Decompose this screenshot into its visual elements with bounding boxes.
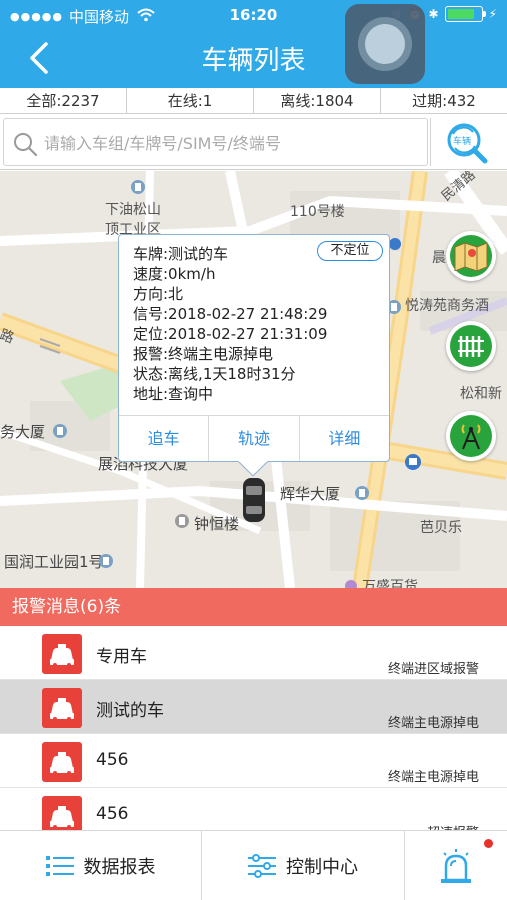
popup-alarm: 报警:终端主电源掉电 xyxy=(133,345,274,363)
alarm-type: 终端主电源掉电 xyxy=(387,770,479,785)
poi-label: 松和新 xyxy=(460,386,502,402)
poi-label: 下油松山 xyxy=(105,202,161,218)
poi-label: 国润工业园1号 xyxy=(4,553,104,571)
taxi-icon xyxy=(42,634,82,674)
map-layer-button[interactable] xyxy=(446,231,496,281)
tab-data-report[interactable]: 数据报表 xyxy=(0,831,202,900)
sliders-icon xyxy=(248,854,276,878)
search-icon xyxy=(14,133,38,157)
popup-actions: 追车 轨迹 详细 xyxy=(119,415,389,461)
stat-offline[interactable]: 离线:1804 xyxy=(254,88,381,113)
tab-label: 控制中心 xyxy=(286,857,358,878)
battery-icon xyxy=(444,6,486,22)
taxi-icon xyxy=(42,688,82,728)
alarm-vehicle-name: 456 xyxy=(96,804,129,824)
popup-state: 状态:离线,1天18时31分 xyxy=(133,365,296,383)
stat-online[interactable]: 在线:1 xyxy=(127,88,254,113)
alarm-vehicle-name: 456 xyxy=(96,750,129,770)
search-box xyxy=(3,118,428,166)
alarm-list: 专用车 终端进区域报警 测试的车 终端主电源掉电 456 终端主电源掉电 456… xyxy=(0,626,507,830)
taxi-icon xyxy=(42,742,82,782)
details-button[interactable]: 详细 xyxy=(300,416,389,461)
no-location-badge: 不定位 xyxy=(317,241,383,261)
building-icon xyxy=(53,424,67,438)
bluetooth-icon: ✱ xyxy=(428,7,439,21)
tab-label: 数据报表 xyxy=(83,857,156,878)
signal-tower-icon xyxy=(461,424,481,450)
fence-icon xyxy=(458,336,484,357)
popup-signal-time: 信号:2018-02-27 21:48:29 xyxy=(133,305,328,323)
alarm-item[interactable]: 456 终端主电源掉电 xyxy=(0,734,507,788)
signal-tower-button[interactable] xyxy=(446,411,496,461)
stat-expired[interactable]: 过期:432 xyxy=(381,88,507,113)
alarm-siren-icon xyxy=(441,849,471,883)
popup-direction: 方向:北 xyxy=(133,285,184,303)
page-title: 车辆列表 xyxy=(201,46,306,76)
app-header: ●●●●● 中国移动 16:20 ⊚ ⏰ ✱ ⚡ 车辆列表 xyxy=(0,0,507,88)
taxi-icon xyxy=(42,796,82,830)
list-icon xyxy=(45,856,74,876)
status-bar: ●●●●● 中国移动 16:20 ⊚ ⏰ ✱ ⚡ xyxy=(0,0,507,30)
notification-dot xyxy=(484,839,493,848)
assistive-touch-button[interactable] xyxy=(345,4,425,84)
vehicle-search-label: 车辆 xyxy=(453,137,472,147)
fence-button[interactable] xyxy=(446,321,496,371)
building-icon xyxy=(175,514,189,528)
poi-label: 万盛百货 xyxy=(362,579,418,588)
poi-label: 晨 xyxy=(432,250,446,266)
popup-speed: 速度:0km/h xyxy=(133,265,216,283)
alarm-vehicle-name: 专用车 xyxy=(96,647,147,667)
bus-stop-icon xyxy=(405,454,421,470)
bus-stop-icon xyxy=(389,238,401,250)
alarm-header[interactable]: 报警消息(6)条 xyxy=(0,588,507,626)
poi-label: 务大厦 xyxy=(0,423,46,441)
search-input[interactable] xyxy=(44,129,424,157)
alarm-type: 超速报警 xyxy=(427,822,479,830)
shop-icon xyxy=(345,580,357,588)
building-icon xyxy=(355,486,369,500)
vehicle-info-popup: 车牌:测试的车 不定位 速度:0km/h 方向:北 信号:2018-02-27 … xyxy=(118,234,390,462)
vehicle-search-button[interactable]: 车辆 xyxy=(430,118,504,166)
alarm-item[interactable]: 456 超速报警 xyxy=(0,788,507,830)
popup-plate: 车牌:测试的车 xyxy=(133,245,229,263)
map-layer-icon xyxy=(454,242,488,271)
vehicle-stats-bar: 全部:2237 在线:1 离线:1804 过期:432 xyxy=(0,88,507,114)
poi-label: 芭贝乐 xyxy=(420,520,462,536)
building-icon xyxy=(131,180,145,194)
alarm-vehicle-name: 测试的车 xyxy=(96,701,164,721)
car-marker-icon[interactable] xyxy=(241,476,267,524)
poi-label: 辉华大厦 xyxy=(280,485,341,503)
popup-pointer xyxy=(238,461,268,477)
popup-address: 地址:查询中 xyxy=(133,385,214,403)
charging-icon: ⚡ xyxy=(488,7,497,21)
stat-all[interactable]: 全部:2237 xyxy=(0,88,127,113)
poi-label: 悦涛苑商务酒 xyxy=(405,298,489,314)
tab-alarm[interactable] xyxy=(405,831,507,900)
chase-car-button[interactable]: 追车 xyxy=(119,416,210,461)
alarm-type: 终端主电源掉电 xyxy=(387,716,479,731)
bottom-tab-bar: 数据报表 控制中心 xyxy=(0,830,507,900)
poi-label: 钟恒楼 xyxy=(194,515,240,533)
alarm-item[interactable]: 专用车 终端进区域报警 xyxy=(0,626,507,680)
search-bar: 车辆 xyxy=(0,114,507,170)
alarm-item[interactable]: 测试的车 终端主电源掉电 xyxy=(0,680,507,734)
popup-position-time: 定位:2018-02-27 21:31:09 xyxy=(133,325,328,343)
poi-label: 110号楼 xyxy=(290,204,345,220)
track-button[interactable]: 轨迹 xyxy=(209,416,300,461)
tab-control-center[interactable]: 控制中心 xyxy=(202,831,405,900)
building-icon xyxy=(99,554,113,568)
alarm-type: 终端进区域报警 xyxy=(387,662,479,677)
